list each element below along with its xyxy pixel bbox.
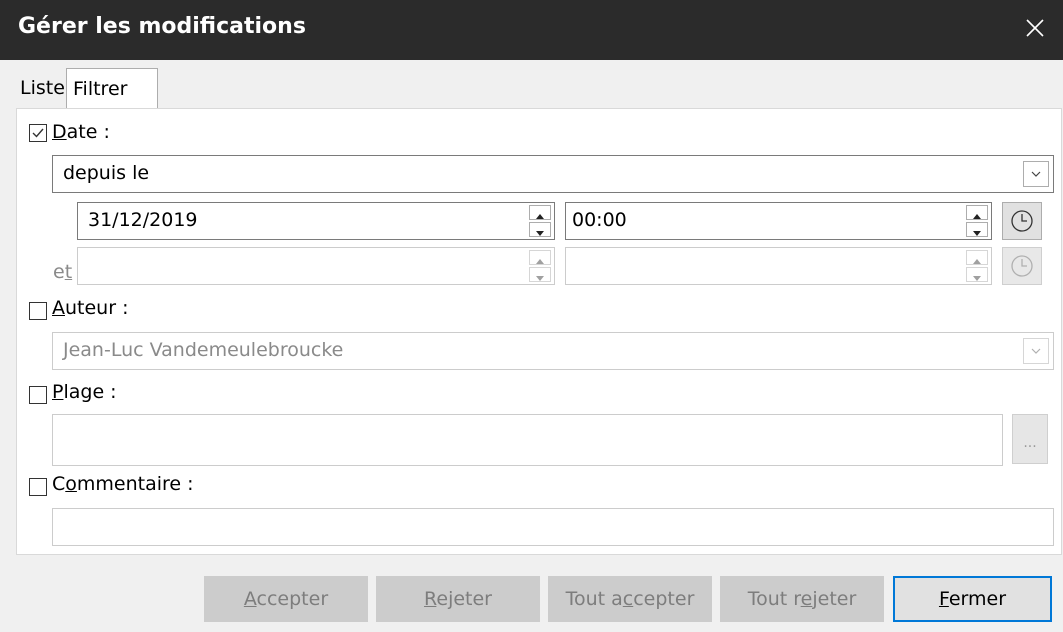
close-icon[interactable]: [1019, 12, 1051, 44]
spin-up-icon[interactable]: [529, 205, 551, 220]
end-date-spinner: [529, 250, 551, 282]
comment-input: [52, 508, 1054, 546]
spin-down-icon[interactable]: [529, 222, 551, 237]
and-label: et: [53, 261, 73, 283]
comment-checkbox[interactable]: [29, 478, 47, 496]
window-title: Gérer les modifications: [18, 14, 306, 39]
spin-down-icon: [529, 267, 551, 282]
time-spinner[interactable]: [966, 205, 988, 237]
date-checkbox[interactable]: [29, 124, 47, 142]
range-checkbox[interactable]: [29, 386, 47, 404]
end-time-spinner: [966, 250, 988, 282]
author-checkbox[interactable]: [29, 302, 47, 320]
check-icon: [32, 128, 44, 138]
clock-icon[interactable]: [1002, 202, 1042, 240]
clock-icon: [1002, 247, 1042, 285]
date-field[interactable]: 31/12/2019: [77, 202, 555, 240]
spin-down-icon[interactable]: [966, 222, 988, 237]
author-value: Jean-Luc Vandemeulebroucke: [63, 339, 344, 361]
reject-button[interactable]: Rejeter: [376, 576, 540, 622]
title-bar: Gérer les modifications: [0, 0, 1063, 60]
chevron-down-icon: [1023, 338, 1049, 364]
date-spinner[interactable]: [529, 205, 551, 237]
range-browse-button: ...: [1012, 414, 1048, 464]
end-time-field: [565, 247, 992, 285]
date-value: 31/12/2019: [88, 209, 198, 231]
close-button[interactable]: Fermer: [893, 576, 1052, 622]
spin-up-icon[interactable]: [966, 205, 988, 220]
range-input: [52, 414, 1003, 466]
date-condition-value: depuis le: [63, 162, 150, 184]
spin-up-icon: [966, 250, 988, 265]
end-date-field: [77, 247, 555, 285]
date-label: Date :: [52, 121, 110, 143]
chevron-down-icon[interactable]: [1023, 161, 1049, 187]
spin-up-icon: [529, 250, 551, 265]
tab-filtrer[interactable]: Filtrer: [66, 68, 158, 108]
date-condition-select[interactable]: depuis le: [52, 155, 1054, 193]
author-select: Jean-Luc Vandemeulebroucke: [52, 332, 1054, 370]
author-label: Auteur :: [52, 297, 129, 319]
reject-all-button[interactable]: Tout rejeter: [720, 576, 884, 622]
spin-down-icon: [966, 267, 988, 282]
accept-all-button[interactable]: Tout accepter: [548, 576, 712, 622]
accept-button[interactable]: Accepter: [204, 576, 368, 622]
comment-label: Commentaire :: [52, 473, 194, 495]
range-label: Plage :: [52, 381, 117, 403]
filter-panel: Date : depuis le 31/12/2019 00:00 et Aut…: [16, 108, 1062, 555]
time-field[interactable]: 00:00: [565, 202, 992, 240]
time-value: 00:00: [572, 209, 627, 231]
